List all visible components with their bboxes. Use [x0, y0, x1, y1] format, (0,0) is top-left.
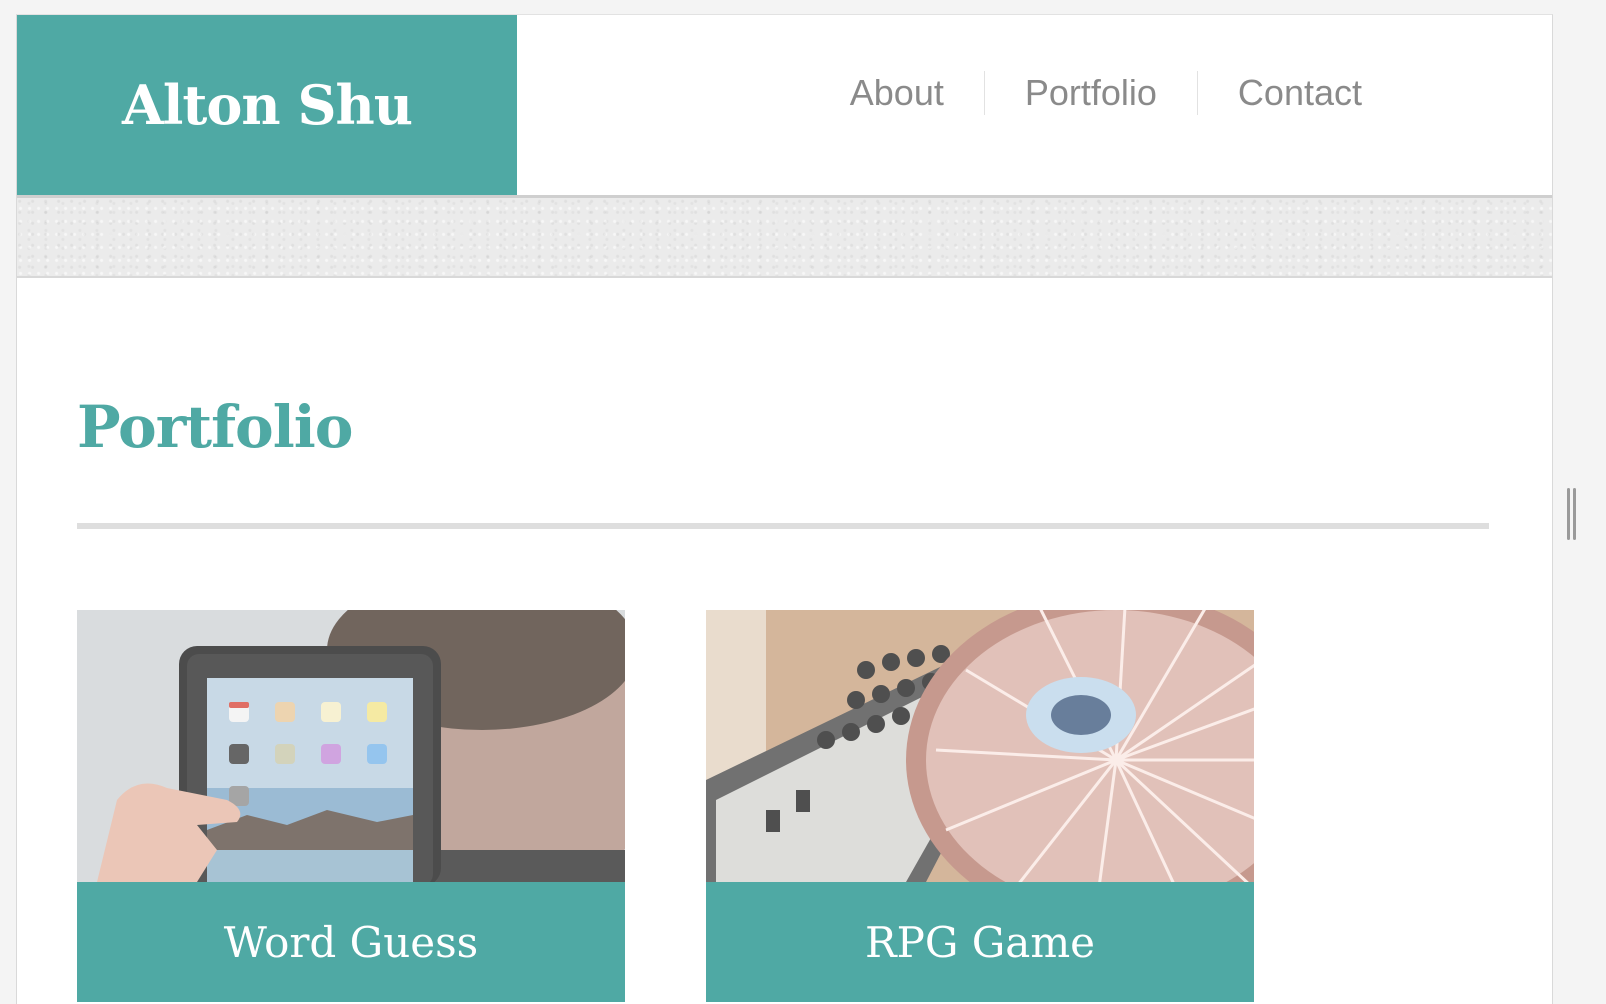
main-nav: About Portfolio Contact: [810, 71, 1402, 115]
brand-block[interactable]: Alton Shu: [17, 15, 517, 195]
site-header: Alton Shu About Portfolio Contact: [17, 15, 1552, 198]
portfolio-card-word-guess[interactable]: Word Guess: [77, 610, 625, 1004]
portfolio-card-rpg-game[interactable]: RPG Game: [706, 610, 1254, 1004]
card-caption-word-guess[interactable]: Word Guess: [77, 882, 625, 1002]
nav-item-contact[interactable]: Contact: [1196, 71, 1402, 115]
page-title: Portfolio: [77, 393, 353, 461]
nav-item-about[interactable]: About: [810, 71, 984, 115]
scrollbar-grip-line: [1567, 488, 1570, 540]
nav-item-portfolio[interactable]: Portfolio: [983, 71, 1197, 115]
ipad-photo-image: [77, 610, 625, 882]
scrollbar-grip-line: [1573, 488, 1576, 540]
page: Alton Shu About Portfolio Contact Portfo…: [16, 14, 1553, 1004]
scrollbar-handle[interactable]: [1567, 488, 1577, 540]
ipad-photo[interactable]: [77, 610, 625, 882]
card-caption-rpg-game[interactable]: RPG Game: [706, 882, 1254, 1002]
section-divider: [77, 523, 1489, 529]
site-title[interactable]: Alton Shu: [122, 73, 413, 137]
turntable-photo[interactable]: [706, 610, 1254, 882]
texture-band: [17, 198, 1552, 278]
main-content: Portfolio Word Guess RPG Game: [17, 278, 1552, 1004]
turntable-photo-image: [706, 610, 1254, 882]
